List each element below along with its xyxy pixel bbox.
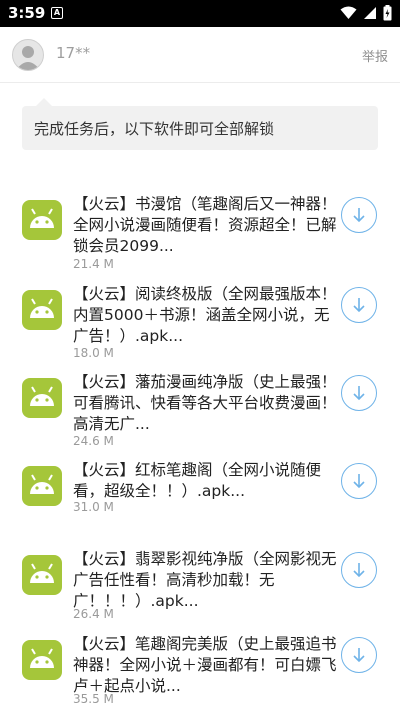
user-avatar-icon[interactable] <box>12 39 44 71</box>
user-header: 17** 举报 <box>0 27 400 83</box>
app-size: 18.0 M <box>73 346 114 360</box>
download-arrow-icon <box>353 298 365 313</box>
android-icon <box>22 378 62 418</box>
app-title[interactable]: 【火云】翡翠影视纯净版（全网影视无广告任性看！高清秒加载！无广！！！）.apk.… <box>73 549 343 612</box>
app-size: 24.6 M <box>73 434 114 448</box>
list-item[interactable]: 【火云】藩茄漫画纯净版（史上最强！可看腾讯、快看等各大平台收费漫画！高清无广..… <box>0 368 400 454</box>
report-button[interactable]: 举报 <box>362 46 388 65</box>
download-button[interactable] <box>341 463 377 499</box>
battery-charging-icon <box>383 5 392 21</box>
system-icons <box>340 5 392 21</box>
download-button[interactable] <box>341 287 377 323</box>
signal-icon <box>364 7 376 19</box>
download-arrow-icon <box>353 386 365 401</box>
download-arrow-icon <box>353 208 365 223</box>
app-title[interactable]: 【火云】藩茄漫画纯净版（史上最强！可看腾讯、快看等各大平台收费漫画！高清无广..… <box>73 372 343 435</box>
app-size: 21.4 M <box>73 257 114 271</box>
list-item[interactable]: 【火云】翡翠影视纯净版（全网影视无广告任性看！高清秒加载！无广！！！）.apk.… <box>0 545 400 631</box>
status-bar: 3:59 A <box>0 0 400 27</box>
app-title[interactable]: 【火云】阅读终极版（全网最强版本！内置5000＋书源！涵盖全网小说，无广告！）.… <box>73 284 343 347</box>
notice-bubble: 完成任务后，以下软件即可全部解锁 <box>22 98 378 150</box>
app-size: 35.5 M <box>73 692 114 706</box>
download-button[interactable] <box>341 637 377 673</box>
app-title[interactable]: 【火云】红标笔趣阁（全网小说随便看，超级全！！）.apk... <box>73 460 343 502</box>
android-icon <box>22 555 62 595</box>
android-icon <box>22 200 62 240</box>
notice-text: 完成任务后，以下软件即可全部解锁 <box>34 120 275 138</box>
username: 17** <box>56 44 91 62</box>
android-icon <box>22 466 62 506</box>
download-arrow-icon <box>353 563 365 578</box>
download-arrow-icon <box>353 648 365 663</box>
download-button[interactable] <box>341 197 377 233</box>
app-size: 31.0 M <box>73 500 114 514</box>
notification-icon: A <box>51 7 63 19</box>
download-button[interactable] <box>341 552 377 588</box>
download-button[interactable] <box>341 375 377 411</box>
list-item[interactable]: 【火云】笔趣阁完美版（史上最强追书神器！全网小说＋漫画都有！可白嫖飞卢＋起点小说… <box>0 630 400 710</box>
app-title[interactable]: 【火云】笔趣阁完美版（史上最强追书神器！全网小说＋漫画都有！可白嫖飞卢＋起点小说… <box>73 634 343 697</box>
status-time: 3:59 <box>8 4 46 22</box>
download-arrow-icon <box>353 474 365 489</box>
android-icon <box>22 290 62 330</box>
app-size: 26.4 M <box>73 607 114 621</box>
list-item[interactable]: 【火云】书漫馆（笔趣阁后又一神器！全网小说漫画随便看！资源超全！已解锁会员209… <box>0 190 400 276</box>
list-item[interactable]: 【火云】阅读终极版（全网最强版本！内置5000＋书源！涵盖全网小说，无广告！）.… <box>0 280 400 366</box>
wifi-icon <box>340 6 357 19</box>
android-icon <box>22 640 62 680</box>
app-title[interactable]: 【火云】书漫馆（笔趣阁后又一神器！全网小说漫画随便看！资源超全！已解锁会员209… <box>73 194 343 257</box>
list-item[interactable]: 【火云】红标笔趣阁（全网小说随便看，超级全！！）.apk... 31.0 M <box>0 456 400 542</box>
